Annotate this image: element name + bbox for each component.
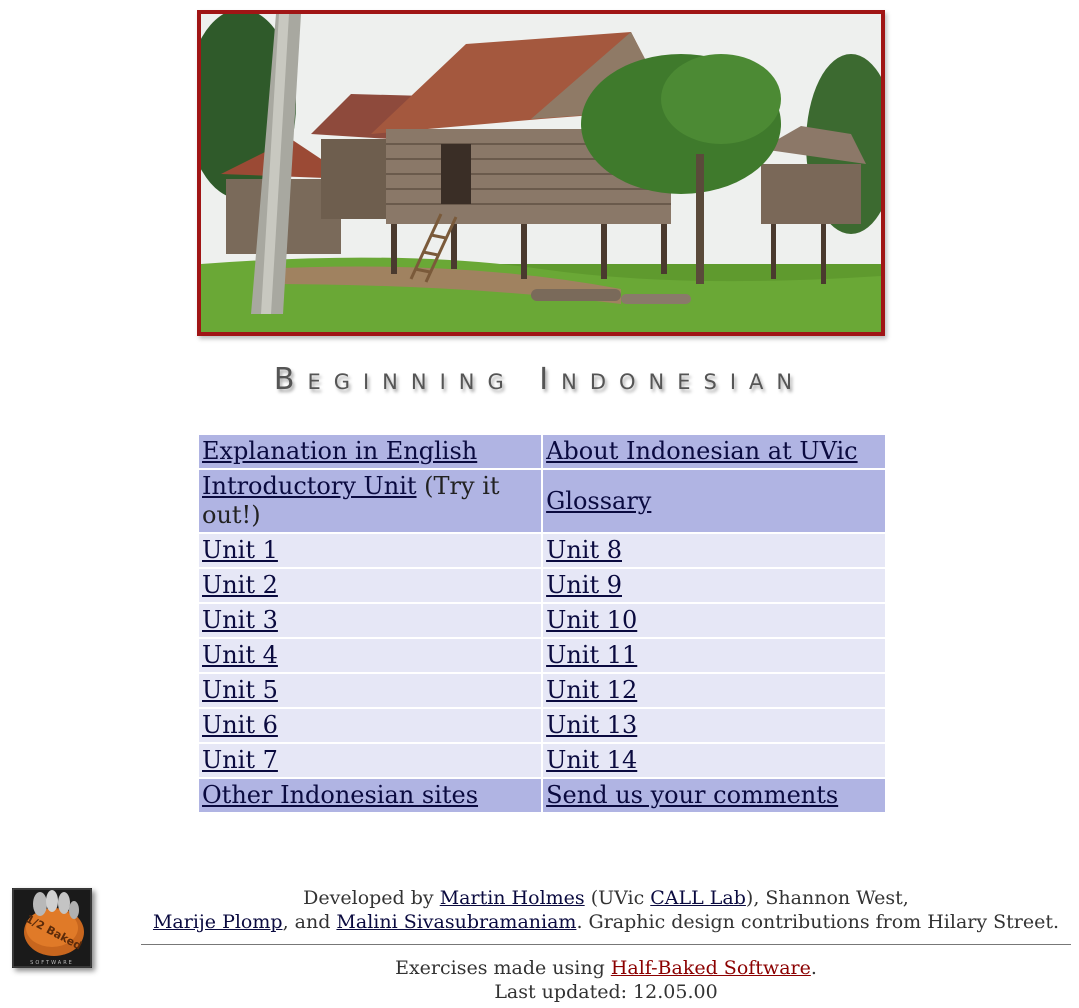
half-baked-software-logo[interactable]: 1/2 Baked SOFTWARE <box>12 888 92 968</box>
menu-link[interactable]: Unit 5 <box>202 676 278 704</box>
menu-row: Unit 1 Unit 8 <box>199 534 885 567</box>
menu-cell-left: Other Indonesian sites <box>199 779 542 812</box>
menu-row: Unit 7 Unit 14 <box>199 744 885 777</box>
menu-link[interactable]: Send us your comments <box>546 781 838 809</box>
menu-cell-right: Unit 11 <box>543 639 885 672</box>
menu-link[interactable]: Introductory Unit <box>202 472 417 500</box>
units-navigation-table: Explanation in English About Indonesian a… <box>197 433 887 814</box>
footer-divider <box>141 944 1071 945</box>
menu-cell-right: Unit 9 <box>543 569 885 602</box>
menu-cell-left: Introductory Unit (Try it out!) <box>199 470 542 532</box>
menu-link[interactable]: Unit 3 <box>202 606 278 634</box>
malini-sivasubramaniam-link[interactable]: Malini Sivasubramaniam <box>336 911 576 933</box>
menu-link[interactable]: Unit 7 <box>202 746 278 774</box>
menu-link[interactable]: Unit 11 <box>546 641 637 669</box>
menu-cell-right: About Indonesian at UVic <box>543 435 885 468</box>
call-lab-link[interactable]: CALL Lab <box>650 887 746 909</box>
tools-text: Exercises made using Half-Baked Software… <box>141 956 1071 1004</box>
menu-cell-left: Unit 6 <box>199 709 542 742</box>
half-baked-software-link[interactable]: Half-Baked Software <box>611 957 811 979</box>
menu-link[interactable]: Unit 6 <box>202 711 278 739</box>
header-photo <box>197 10 885 336</box>
menu-row: Other Indonesian sites Send us your comme… <box>199 779 885 812</box>
credits-mid3: , and <box>282 911 337 933</box>
menu-link[interactable]: Unit 1 <box>202 536 278 564</box>
tools-prefix: Exercises made using <box>395 957 611 979</box>
menu-row: Unit 4 Unit 11 <box>199 639 885 672</box>
menu-cell-right: Unit 10 <box>543 604 885 637</box>
menu-cell-right: Unit 12 <box>543 674 885 707</box>
menu-cell-left: Unit 1 <box>199 534 542 567</box>
martin-holmes-link[interactable]: Martin Holmes <box>440 887 585 909</box>
menu-row: Unit 3 Unit 10 <box>199 604 885 637</box>
marije-plomp-link[interactable]: Marije Plomp <box>153 911 283 933</box>
logo-sublettering: SOFTWARE <box>30 960 74 966</box>
menu-link[interactable]: Unit 2 <box>202 571 278 599</box>
menu-cell-left: Unit 7 <box>199 744 542 777</box>
menu-link[interactable]: Unit 4 <box>202 641 278 669</box>
menu-cell-right: Unit 14 <box>543 744 885 777</box>
credits-suffix: . Graphic design contributions from Hila… <box>576 911 1060 933</box>
menu-link[interactable]: About Indonesian at UVic <box>546 437 858 465</box>
menu-link[interactable]: Unit 10 <box>546 606 637 634</box>
menu-cell-right: Unit 13 <box>543 709 885 742</box>
menu-link[interactable]: Unit 8 <box>546 536 622 564</box>
menu-row: Explanation in English About Indonesian a… <box>199 435 885 468</box>
page-title: Beginning Indonesian <box>273 362 806 397</box>
menu-cell-left: Unit 4 <box>199 639 542 672</box>
menu-cell-right: Unit 8 <box>543 534 885 567</box>
menu-link[interactable]: Unit 13 <box>546 711 637 739</box>
credits-prefix: Developed by <box>303 887 440 909</box>
menu-cell-right: Glossary <box>543 470 885 532</box>
menu-cell-left: Unit 2 <box>199 569 542 602</box>
menu-link[interactable]: Unit 12 <box>546 676 637 704</box>
menu-cell-left: Unit 3 <box>199 604 542 637</box>
menu-link[interactable]: Glossary <box>546 487 651 515</box>
menu-cell-right: Send us your comments <box>543 779 885 812</box>
last-updated: Last updated: 12.05.00 <box>494 981 718 1003</box>
menu-link[interactable]: Explanation in English <box>202 437 477 465</box>
menu-link[interactable]: Other Indonesian sites <box>202 781 478 809</box>
menu-cell-left: Explanation in English <box>199 435 542 468</box>
credits-mid2: ), Shannon West, <box>745 887 909 909</box>
tools-suffix: . <box>810 957 817 979</box>
menu-row: Unit 2 Unit 9 <box>199 569 885 602</box>
menu-link[interactable]: Unit 14 <box>546 746 637 774</box>
menu-row: Unit 6 Unit 13 <box>199 709 885 742</box>
menu-cell-left: Unit 5 <box>199 674 542 707</box>
menu-link[interactable]: Unit 9 <box>546 571 622 599</box>
village-houses-image <box>201 14 881 332</box>
menu-row: Introductory Unit (Try it out!) Glossary <box>199 470 885 532</box>
credits-mid1: (UVic <box>584 887 651 909</box>
menu-row: Unit 5 Unit 12 <box>199 674 885 707</box>
credits-text: Developed by Martin Holmes (UVic CALL La… <box>140 886 1072 934</box>
